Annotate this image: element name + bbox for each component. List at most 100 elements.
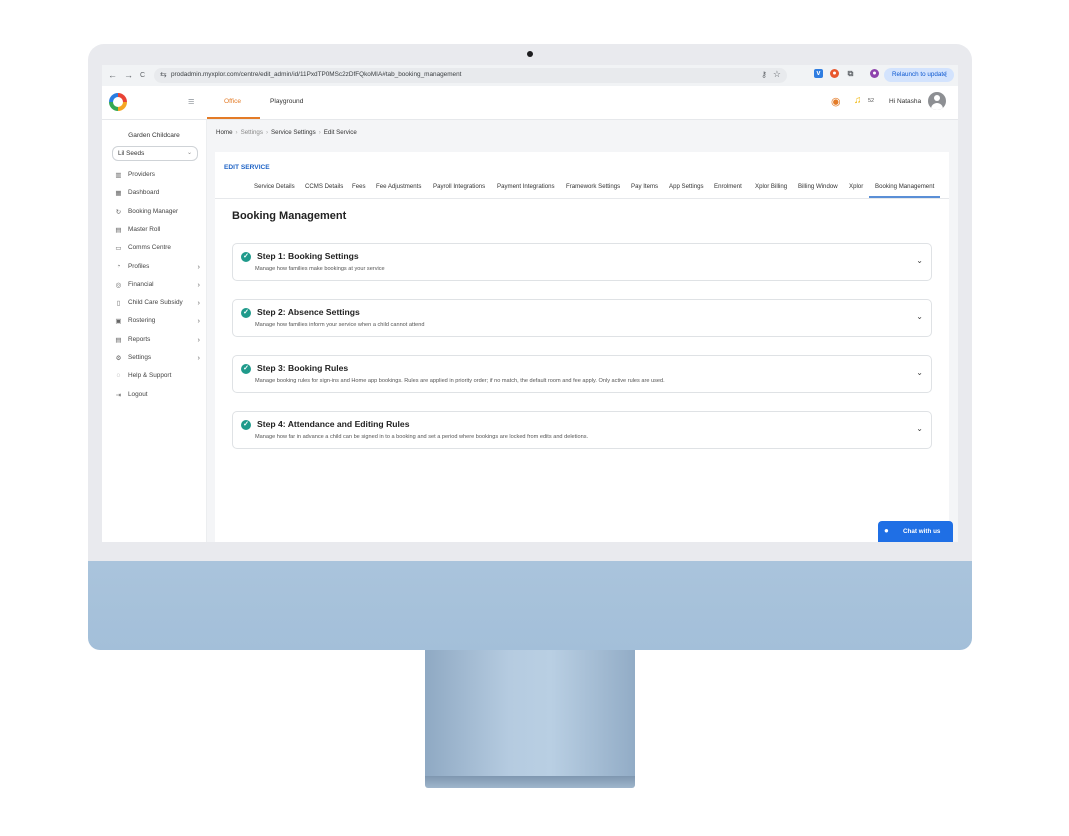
active-tab-underline (869, 196, 940, 198)
sidebar-item-logout[interactable]: ⇥ Logout (114, 390, 200, 402)
sidebar-item-dashboard[interactable]: ▦ Dashboard (114, 188, 200, 200)
sidebar-item-label: Help & Support (128, 372, 172, 380)
chat-label: Chat with us (903, 528, 941, 535)
sidebar: Garden Childcare Lil Seeds ⌄ ▥ Providers ▦… (102, 120, 207, 542)
hamburger-menu-icon[interactable]: ≡ (188, 96, 194, 108)
step-description: Manage how far in advance a child can be… (255, 434, 589, 440)
chat-icon: ● (884, 526, 889, 535)
check-circle-icon: ✓ (241, 364, 251, 374)
step-description: Manage booking rules for sign-ins and Ho… (255, 378, 665, 384)
tab-billing-window[interactable]: Billing Window (798, 183, 838, 190)
nav-office-underline (207, 117, 260, 119)
chevron-down-icon[interactable]: ⌄ (916, 368, 923, 377)
tab-payroll-integrations[interactable]: Payroll Integrations (433, 183, 485, 190)
message-icon: ▭ (115, 245, 122, 253)
chat-with-us-button[interactable]: ● Chat with us (878, 521, 953, 542)
edit-service-panel: EDIT SERVICE Service Details CCMS Details… (215, 152, 949, 542)
bookmark-star-icon[interactable]: ☆ (773, 69, 781, 80)
app-header: ≡ Office Playground ◉ ♫ 52 Hi Natasha (102, 86, 958, 120)
sidebar-item-label: Booking Manager (128, 207, 179, 215)
chevron-down-icon[interactable]: ⌄ (916, 312, 923, 321)
chevron-down-icon[interactable]: ⌄ (916, 256, 923, 265)
step-card-3[interactable]: ✓ Step 3: Booking Rules Manage booking rul… (232, 355, 932, 393)
tab-ccms-details[interactable]: CCMS Details (305, 183, 343, 190)
tab-framework-settings[interactable]: Framework Settings (566, 183, 620, 190)
report-icon: ▤ (115, 336, 122, 344)
tab-pay-items[interactable]: Pay Items (631, 183, 658, 190)
sidebar-item-label: Rostering (128, 317, 156, 325)
tab-fee-adjustments[interactable]: Fee Adjustments (376, 183, 421, 190)
breadcrumb-settings[interactable]: Settings (241, 129, 263, 136)
breadcrumb: Home › Settings › Service Settings › Edit Serv… (216, 129, 357, 136)
service-select[interactable]: Lil Seeds ⌄ (112, 146, 198, 161)
sidebar-item-comms-centre[interactable]: ▭ Comms Centre (114, 243, 200, 255)
relaunch-button[interactable]: Relaunch to update ⋮ (884, 68, 954, 82)
tab-app-settings[interactable]: App Settings (669, 183, 704, 190)
service-select-value: Lil Seeds (118, 150, 145, 157)
step-card-2[interactable]: ✓ Step 2: Absence Settings Manage how fami… (232, 299, 932, 337)
step-card-4[interactable]: ✓ Step 4: Attendance and Editing Rules Man… (232, 411, 932, 449)
chevron-down-icon[interactable]: ⌄ (916, 424, 923, 433)
logout-icon: ⇥ (115, 391, 122, 399)
refresh-icon: ↻ (115, 208, 122, 216)
check-circle-icon: ✓ (241, 252, 251, 262)
breadcrumb-home[interactable]: Home (216, 129, 233, 136)
nav-playground[interactable]: Playground (270, 98, 303, 105)
tab-fees[interactable]: Fees (352, 183, 366, 190)
step-title: Step 4: Attendance and Editing Rules (257, 419, 410, 429)
dollar-icon: ◎ (115, 281, 122, 289)
sidebar-item-booking-manager[interactable]: ↻ Booking Manager (114, 207, 200, 219)
tab-service-details[interactable]: Service Details (254, 183, 295, 190)
chevron-right-icon: › (197, 279, 201, 289)
site-info-icon[interactable]: ⇆ (160, 70, 167, 79)
browser-menu-icon[interactable]: ⋮ (935, 68, 949, 82)
sidebar-item-child-care-subsidy[interactable]: ▯ Child Care Subsidy › (114, 298, 200, 310)
calendar-icon: ▤ (115, 226, 122, 234)
imac-chin (88, 561, 972, 650)
sidebar-item-help-support[interactable]: ◌ Help & Support (114, 371, 200, 383)
step-title: Step 3: Booking Rules (257, 363, 349, 373)
xplor-logo[interactable] (109, 93, 127, 111)
notification-count: 52 (868, 98, 875, 104)
reload-icon[interactable]: C (140, 70, 145, 82)
nav-office[interactable]: Office (224, 98, 241, 105)
extension-orange-icon[interactable]: ● (830, 69, 839, 78)
sidebar-item-profiles[interactable]: ◔ Profiles › (114, 262, 200, 274)
bank-icon: ▯ (116, 300, 121, 308)
sidebar-item-settings[interactable]: ⚙ Settings › (114, 353, 200, 365)
chevron-right-icon: › (197, 298, 201, 308)
forward-icon[interactable]: → (124, 69, 133, 81)
sidebar-item-label: Child Care Subsidy (128, 299, 183, 307)
step-description: Manage how families inform your service … (255, 322, 425, 328)
sidebar-item-rostering[interactable]: ▣ Rostering › (114, 316, 200, 328)
check-circle-icon: ✓ (241, 308, 251, 318)
url-text: prodadmin.myxplor.com/centre/edit_admin/… (171, 71, 462, 78)
eye-icon[interactable]: ◉ (831, 95, 841, 108)
building-icon: ▥ (115, 172, 122, 179)
sidebar-item-financial[interactable]: ◎ Financial › (114, 280, 200, 292)
sidebar-item-master-roll[interactable]: ▤ Master Roll (114, 225, 200, 237)
extension-v-icon[interactable]: v (814, 69, 823, 78)
sidebar-item-label: Logout (128, 390, 148, 398)
bell-icon[interactable]: ♫ (854, 95, 862, 106)
imac-stand-foot (425, 776, 635, 788)
chevron-right-icon: › (197, 334, 201, 344)
tab-payment-integrations[interactable]: Payment Integrations (497, 183, 555, 190)
tab-xplor[interactable]: Xplor (849, 183, 863, 190)
tab-booking-management[interactable]: Booking Management (875, 183, 934, 190)
tab-xplor-billing[interactable]: Xplor Billing (755, 183, 787, 190)
avatar[interactable] (928, 92, 946, 110)
sidebar-item-reports[interactable]: ▤ Reports › (114, 335, 200, 347)
address-bar[interactable]: ⇆ prodadmin.myxplor.com/centre/edit_admi… (154, 68, 787, 83)
profile-icon[interactable]: ● (870, 69, 879, 78)
sidebar-item-label: Dashboard (128, 189, 160, 197)
sidebar-item-providers[interactable]: ▥ Providers (114, 170, 200, 182)
key-icon[interactable]: ⚷ (761, 70, 767, 79)
extensions-puzzle-icon[interactable]: ⧉ (846, 69, 855, 78)
user-greeting[interactable]: Hi Natasha (889, 98, 921, 105)
back-icon[interactable]: ← (108, 69, 117, 81)
tab-enrolment[interactable]: Enrolment (714, 183, 742, 190)
breadcrumb-service-settings[interactable]: Service Settings (271, 129, 316, 136)
sidebar-item-label: Financial (128, 280, 154, 288)
step-card-1[interactable]: ✓ Step 1: Booking Settings Manage how fami… (232, 243, 932, 281)
